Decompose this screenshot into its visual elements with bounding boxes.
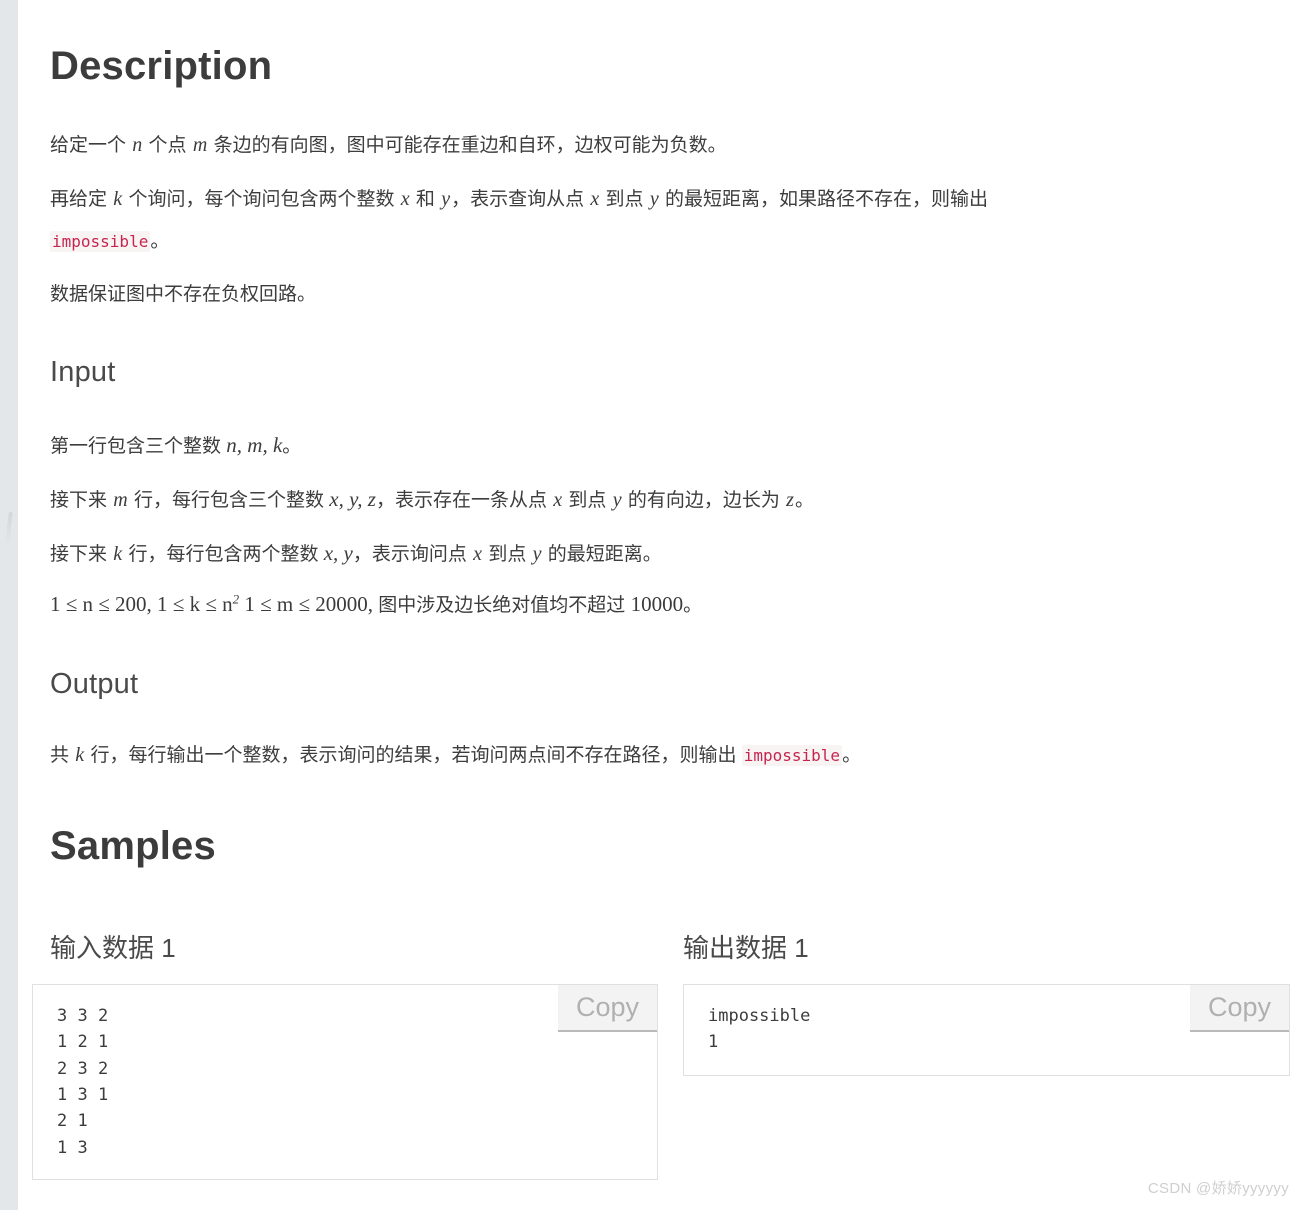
input-l2-var-m: m [113, 489, 128, 511]
desc-p2-text-d: ，表示查询从点 [451, 189, 590, 210]
output-text-c: 。 [842, 745, 862, 766]
description-paragraph-2: 再给定 k 个询问，每个询问包含两个整数 x 和 y，表示查询从点 x 到点 y… [50, 184, 1255, 215]
input-l2-text-e: 的有向边，边长为 [622, 490, 786, 511]
output-var-k: k [75, 744, 85, 766]
section-heading-input: Input [50, 356, 116, 388]
desc-p2-text-b: 个询问，每个询问包含两个整数 [123, 189, 400, 210]
description-paragraph-1: 给定一个 n 个点 m 条边的有向图，图中可能存在重边和自环，边权可能为负数。 [50, 130, 1250, 161]
input-l3-text-a: 接下来 [50, 544, 113, 565]
constraint-period: 。 [683, 595, 703, 616]
input-l2-text-c: ，表示存在一条从点 [375, 490, 553, 511]
constraint-math-mid: 1 ≤ m ≤ 20000, [239, 592, 373, 616]
constraint-math-pre: 1 ≤ n ≤ 200, 1 ≤ k ≤ n [50, 592, 233, 616]
copy-button-input[interactable]: Copy [557, 985, 657, 1032]
desc-p2-var-k: k [113, 188, 123, 210]
input-l2-var-y: y [612, 489, 622, 511]
inline-code-impossible-output: impossible [741, 745, 843, 766]
input-l3-text-b: 行，每行包含两个整数 [123, 544, 324, 565]
input-l1-text-a: 第一行包含三个整数 [50, 436, 227, 457]
input-l1-math: n, m, k [226, 433, 283, 457]
desc-p1-var-m: m [192, 134, 208, 156]
input-line-1: 第一行包含三个整数 n, m, k。 [50, 430, 301, 462]
input-l3-text-c: ，表示询问点 [352, 544, 473, 565]
problem-page: Description 给定一个 n 个点 m 条边的有向图，图中可能存在重边和… [18, 0, 1305, 1210]
desc-p1-text-a: 给定一个 [50, 135, 132, 156]
input-line-2: 接下来 m 行，每行包含三个整数 x, y, z，表示存在一条从点 x 到点 y… [50, 484, 814, 516]
input-line-3: 接下来 k 行，每行包含两个整数 x, y，表示询问点 x 到点 y 的最短距离… [50, 538, 662, 570]
desc-p3-period: 。 [150, 231, 170, 252]
constraint-text: 图中涉及边长绝对值均不超过 [373, 595, 631, 616]
desc-p2-text-a: 再给定 [50, 189, 113, 210]
input-l2-text-b: 行，每行包含三个整数 [128, 490, 330, 511]
input-constraints-line: 1 ≤ n ≤ 200, 1 ≤ k ≤ n2 1 ≤ m ≤ 20000, 图… [50, 590, 702, 617]
desc-p2-var-x: x [400, 188, 410, 210]
desc-p1-text-c: 条边的有向图，图中可能存在重边和自环，边权可能为负数。 [208, 135, 727, 156]
input-l3-var-y: y [532, 543, 542, 565]
input-l2-var-x: x [553, 489, 563, 511]
input-l1-text-b: 。 [282, 436, 302, 457]
description-paragraph-3: impossible。 [50, 228, 169, 257]
left-gutter-strip [0, 0, 18, 1210]
sample-input-codebox: 3 3 2 1 2 1 2 3 2 1 3 1 2 1 1 3 Copy [32, 984, 658, 1180]
sidebar-collapse-handle-icon[interactable] [5, 512, 13, 546]
sample-output-codebox: impossible 1 Copy [683, 984, 1290, 1076]
input-l3-math: x, y [323, 541, 353, 565]
description-paragraph-4: 数据保证图中不存在负权回路。 [50, 284, 317, 305]
constraint-number: 10000 [630, 592, 684, 616]
input-l3-text-e: 的最短距离。 [542, 544, 662, 565]
inline-code-impossible: impossible [50, 231, 151, 252]
sample-input-label: 输入数据 1 [50, 933, 176, 963]
input-l2-text-f: 。 [794, 490, 814, 511]
sample-output-label: 输出数据 1 [683, 933, 809, 963]
desc-p1-text-b: 个点 [143, 135, 192, 156]
input-l2-math: x, y, z [329, 487, 376, 511]
input-l3-var-k: k [113, 543, 123, 565]
desc-p2-var-x2: x [590, 188, 600, 210]
page-title-samples: Samples [50, 824, 216, 868]
desc-p2-text-c: 和 [410, 189, 441, 210]
desc-p2-var-y2: y [649, 188, 659, 210]
section-heading-output: Output [50, 668, 139, 700]
desc-p1-var-n: n [132, 134, 143, 156]
input-l2-var-z: z [786, 489, 794, 511]
input-l2-text-a: 接下来 [50, 490, 113, 511]
desc-p2-text-e: 到点 [600, 189, 649, 210]
copy-button-output[interactable]: Copy [1189, 985, 1289, 1032]
output-line-1: 共 k 行，每行输出一个整数，表示询问的结果，若询问两点间不存在路径，则输出 i… [50, 740, 861, 771]
csdn-watermark: CSDN @娇娇yyyyyy [1147, 1180, 1289, 1197]
output-text-a: 共 [50, 745, 75, 766]
desc-p2-var-y: y [441, 188, 451, 210]
input-l3-var-x: x [473, 543, 483, 565]
page-title-description: Description [50, 44, 273, 88]
desc-p2-text-f: 的最短距离，如果路径不存在，则输出 [659, 189, 988, 210]
input-l2-text-d: 到点 [563, 490, 612, 511]
output-text-b: 行，每行输出一个整数，表示询问的结果，若询问两点间不存在路径，则输出 [85, 745, 742, 766]
input-l3-text-d: 到点 [483, 544, 532, 565]
